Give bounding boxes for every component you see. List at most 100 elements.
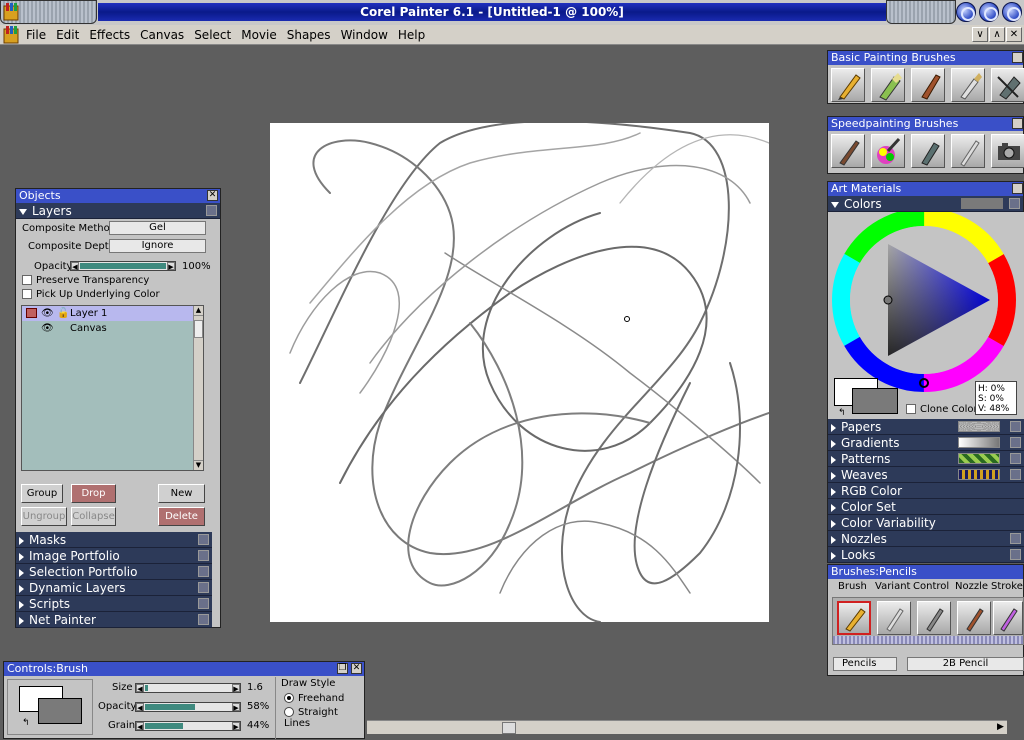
section-menu-dropdown[interactable]	[198, 566, 209, 577]
section-gradients[interactable]: Gradients	[828, 435, 1024, 451]
section-menu-dropdown[interactable]	[198, 550, 209, 561]
menu-edit[interactable]: Edit	[51, 25, 84, 45]
colors-menu-dropdown[interactable]	[1009, 198, 1020, 209]
pencils-category-icon[interactable]	[837, 601, 871, 635]
water-brush-icon[interactable]	[951, 68, 985, 102]
delete-layer-button[interactable]: Delete	[158, 507, 205, 526]
doc-restore-button[interactable]: ∧	[989, 27, 1005, 42]
eraser-brush-icon[interactable]	[991, 68, 1024, 102]
menu-file[interactable]: File	[21, 25, 51, 45]
slider-right-arrow-icon[interactable]: ▶	[232, 703, 240, 712]
art-materials-close-icon[interactable]	[1012, 183, 1023, 194]
pen-brush-icon[interactable]	[911, 134, 945, 168]
section-nozzles[interactable]: Nozzles	[828, 531, 1024, 547]
section-menu-dropdown[interactable]	[1010, 421, 1021, 432]
brushes-category-icon[interactable]	[917, 601, 951, 635]
blender-brush-icon[interactable]	[951, 134, 985, 168]
section-color-set[interactable]: Color Set	[828, 499, 1024, 515]
collapse-button[interactable]: Collapse	[71, 507, 116, 526]
pens-category-icon[interactable]	[877, 601, 911, 635]
crayons-category-icon[interactable]	[993, 601, 1023, 635]
slider-left-arrow-icon[interactable]: ◀	[136, 684, 144, 693]
section-menu-dropdown[interactable]	[1010, 453, 1021, 464]
section-patterns[interactable]: Patterns	[828, 451, 1024, 467]
scroll-thumb[interactable]	[194, 320, 203, 338]
freehand-option[interactable]: Freehand	[284, 693, 344, 704]
scroll-right-icon[interactable]: ▶	[994, 721, 1007, 734]
brush-menu[interactable]: Brush	[838, 579, 867, 594]
slider-right-arrow-icon[interactable]: ▶	[167, 262, 175, 271]
doc-minimize-button[interactable]: ∨	[972, 27, 988, 42]
section-net-painter[interactable]: Net Painter	[16, 612, 212, 628]
section-looks[interactable]: Looks	[828, 547, 1024, 563]
swap-colors-icon[interactable]: ↰	[22, 718, 30, 728]
controls-close-icon[interactable]: ✕	[351, 663, 362, 674]
layer-row[interactable]: 👁 🔓 Layer 1	[22, 306, 203, 321]
opacity-slider[interactable]: ◀ ▶	[135, 702, 241, 712]
section-menu-dropdown[interactable]	[1010, 469, 1021, 480]
section-selection-portfolio[interactable]: Selection Portfolio	[16, 564, 212, 580]
scroll-thumb[interactable]	[502, 722, 516, 734]
color-brush-icon[interactable]	[871, 134, 905, 168]
section-menu-dropdown[interactable]	[198, 582, 209, 593]
menu-movie[interactable]: Movie	[236, 25, 282, 45]
eye-icon[interactable]: 👁	[41, 306, 54, 321]
document-icon[interactable]	[3, 26, 19, 44]
section-weaves[interactable]: Weaves	[828, 467, 1024, 483]
section-menu-dropdown[interactable]	[1010, 437, 1021, 448]
section-color-variability[interactable]: Color Variability	[828, 515, 1024, 531]
scroll-up-icon[interactable]: ▲	[194, 306, 203, 316]
maximize-button[interactable]	[979, 2, 999, 22]
preserve-transparency-option[interactable]: Preserve Transparency	[22, 275, 149, 286]
close-button[interactable]	[1002, 2, 1022, 22]
section-rgb-color[interactable]: RGB Color	[828, 483, 1024, 499]
colors-section-header[interactable]: Colors	[828, 196, 1023, 212]
composite-method-select[interactable]: Gel	[109, 221, 206, 235]
layers-menu-dropdown[interactable]	[206, 205, 217, 216]
chalk-brush-icon[interactable]	[871, 68, 905, 102]
palette-close-icon[interactable]	[1012, 52, 1023, 63]
brush-variant-select[interactable]: 2B Pencil	[907, 657, 1024, 671]
scroll-down-icon[interactable]: ▼	[194, 460, 203, 470]
composite-depth-select[interactable]: Ignore	[109, 239, 206, 253]
nozzle-menu[interactable]: Nozzle	[955, 579, 988, 594]
category-scroll-strip[interactable]	[833, 636, 1023, 644]
menu-effects[interactable]: Effects	[84, 25, 135, 45]
section-papers[interactable]: Papers	[828, 419, 1024, 435]
section-menu-dropdown[interactable]	[198, 534, 209, 545]
layer-opacity-slider[interactable]: ◀ ▶	[70, 261, 176, 271]
brush-icon[interactable]	[831, 134, 865, 168]
camera-icon[interactable]	[991, 134, 1024, 168]
grain-slider[interactable]: ◀ ▶	[135, 721, 241, 731]
section-scripts[interactable]: Scripts	[16, 596, 212, 612]
horizontal-scrollbar[interactable]: ▶	[367, 720, 1007, 734]
palette-restore-icon[interactable]: ❐	[337, 663, 348, 674]
swap-colors-icon[interactable]: ↰	[838, 408, 846, 418]
new-layer-button[interactable]: New	[158, 484, 205, 503]
menu-shapes[interactable]: Shapes	[282, 25, 336, 45]
drop-button[interactable]: Drop	[71, 484, 116, 503]
section-menu-dropdown[interactable]	[1010, 533, 1021, 544]
straight-lines-option[interactable]: Straight Lines	[284, 707, 365, 729]
section-image-portfolio[interactable]: Image Portfolio	[16, 548, 212, 564]
layer-row[interactable]: 👁 Canvas	[22, 321, 203, 336]
objects-close-icon[interactable]: ✕	[207, 190, 218, 201]
slider-left-arrow-icon[interactable]: ◀	[136, 722, 144, 731]
drawing-canvas[interactable]	[270, 120, 770, 623]
freehand-radio[interactable]	[284, 693, 294, 703]
doc-close-button[interactable]: ✕	[1006, 27, 1022, 42]
slider-right-arrow-icon[interactable]: ▶	[232, 722, 240, 731]
pencil-brush-icon[interactable]	[831, 68, 865, 102]
layer-list-scrollbar[interactable]: ▲ ▼	[193, 306, 203, 470]
slider-right-arrow-icon[interactable]: ▶	[232, 684, 240, 693]
variant-menu[interactable]: Variant	[875, 579, 910, 594]
layers-section-header[interactable]: Layers	[16, 203, 220, 219]
section-dynamic-layers[interactable]: Dynamic Layers	[16, 580, 212, 596]
eye-icon[interactable]: 👁	[41, 321, 54, 336]
palette-close-icon[interactable]	[1012, 118, 1023, 129]
clone-color-option[interactable]: Clone Color	[906, 404, 978, 415]
secondary-color-swatch[interactable]	[852, 388, 898, 414]
lock-icon[interactable]: 🔓	[57, 306, 69, 321]
oils-category-icon[interactable]	[957, 601, 991, 635]
straight-lines-radio[interactable]	[284, 707, 294, 717]
